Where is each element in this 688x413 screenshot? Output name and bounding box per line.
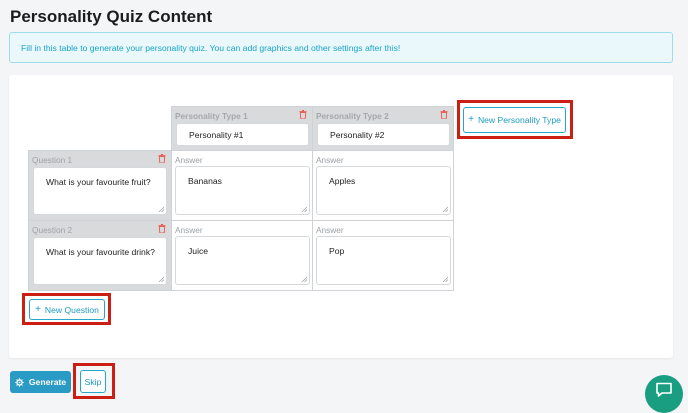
answer-textarea[interactable]: Bananas [175, 166, 310, 215]
question-1-cell: Question 1 What is your favourite fruit? [28, 150, 172, 221]
personality-type-1-input[interactable]: Personality #1 [176, 123, 309, 146]
question-2-text: What is your favourite drink? [46, 247, 155, 257]
trash-icon[interactable] [299, 110, 307, 119]
question-1-label: Question 1 [32, 155, 73, 165]
trash-icon[interactable] [158, 224, 166, 233]
trash-icon[interactable] [440, 110, 448, 119]
answer-cell: Answer Juice [171, 220, 313, 291]
chat-icon [656, 382, 672, 397]
answer-textarea[interactable]: Pop [316, 236, 451, 285]
highlight-box [457, 100, 573, 139]
page-title: Personality Quiz Content [10, 7, 213, 26]
resize-handle-icon[interactable] [158, 206, 164, 212]
answer-value: Pop [329, 246, 345, 256]
highlight-box [73, 363, 115, 399]
resize-handle-icon[interactable] [442, 276, 448, 282]
resize-handle-icon[interactable] [442, 206, 448, 212]
personality-type-2-input[interactable]: Personality #2 [317, 123, 450, 146]
answer-value: Juice [188, 246, 209, 256]
question-1-text: What is your favourite fruit? [46, 177, 151, 187]
answer-label: Answer [175, 225, 203, 235]
answer-cell: Answer Apples [312, 150, 454, 221]
answer-cell: Answer Pop [312, 220, 454, 291]
answer-value: Bananas [188, 176, 222, 186]
trash-icon[interactable] [158, 154, 166, 163]
question-2-cell: Question 2 What is your favourite drink? [28, 220, 172, 291]
personality-type-2-label: Personality Type 2 [316, 111, 389, 121]
answer-label: Answer [175, 155, 203, 165]
personality-type-1-label: Personality Type 1 [175, 111, 248, 121]
answer-value: Apples [329, 176, 356, 186]
chat-button[interactable] [645, 375, 683, 413]
question-2-label: Question 2 [32, 225, 73, 235]
generate-label: Generate [28, 377, 67, 387]
answer-label: Answer [316, 155, 344, 165]
question-2-textarea[interactable]: What is your favourite drink? [33, 237, 167, 285]
resize-handle-icon[interactable] [158, 276, 164, 282]
resize-handle-icon[interactable] [301, 276, 307, 282]
generate-button[interactable]: Generate [10, 371, 71, 393]
answer-textarea[interactable]: Apples [316, 166, 451, 215]
quiz-content-card: Personality Type 1 Personality #1 Person… [9, 75, 673, 358]
personality-type-1-value: Personality #1 [189, 130, 244, 140]
question-1-textarea[interactable]: What is your favourite fruit? [33, 167, 167, 215]
personality-type-2-value: Personality #2 [330, 130, 385, 140]
highlight-box [22, 293, 111, 325]
answer-textarea[interactable]: Juice [175, 236, 310, 285]
resize-handle-icon[interactable] [301, 206, 307, 212]
answer-label: Answer [316, 225, 344, 235]
info-banner: Fill in this table to generate your pers… [9, 32, 673, 63]
personality-type-1-header: Personality Type 1 Personality #1 [171, 106, 313, 151]
gear-icon [15, 377, 24, 387]
personality-type-2-header: Personality Type 2 Personality #2 [312, 106, 454, 151]
answer-cell: Answer Bananas [171, 150, 313, 221]
